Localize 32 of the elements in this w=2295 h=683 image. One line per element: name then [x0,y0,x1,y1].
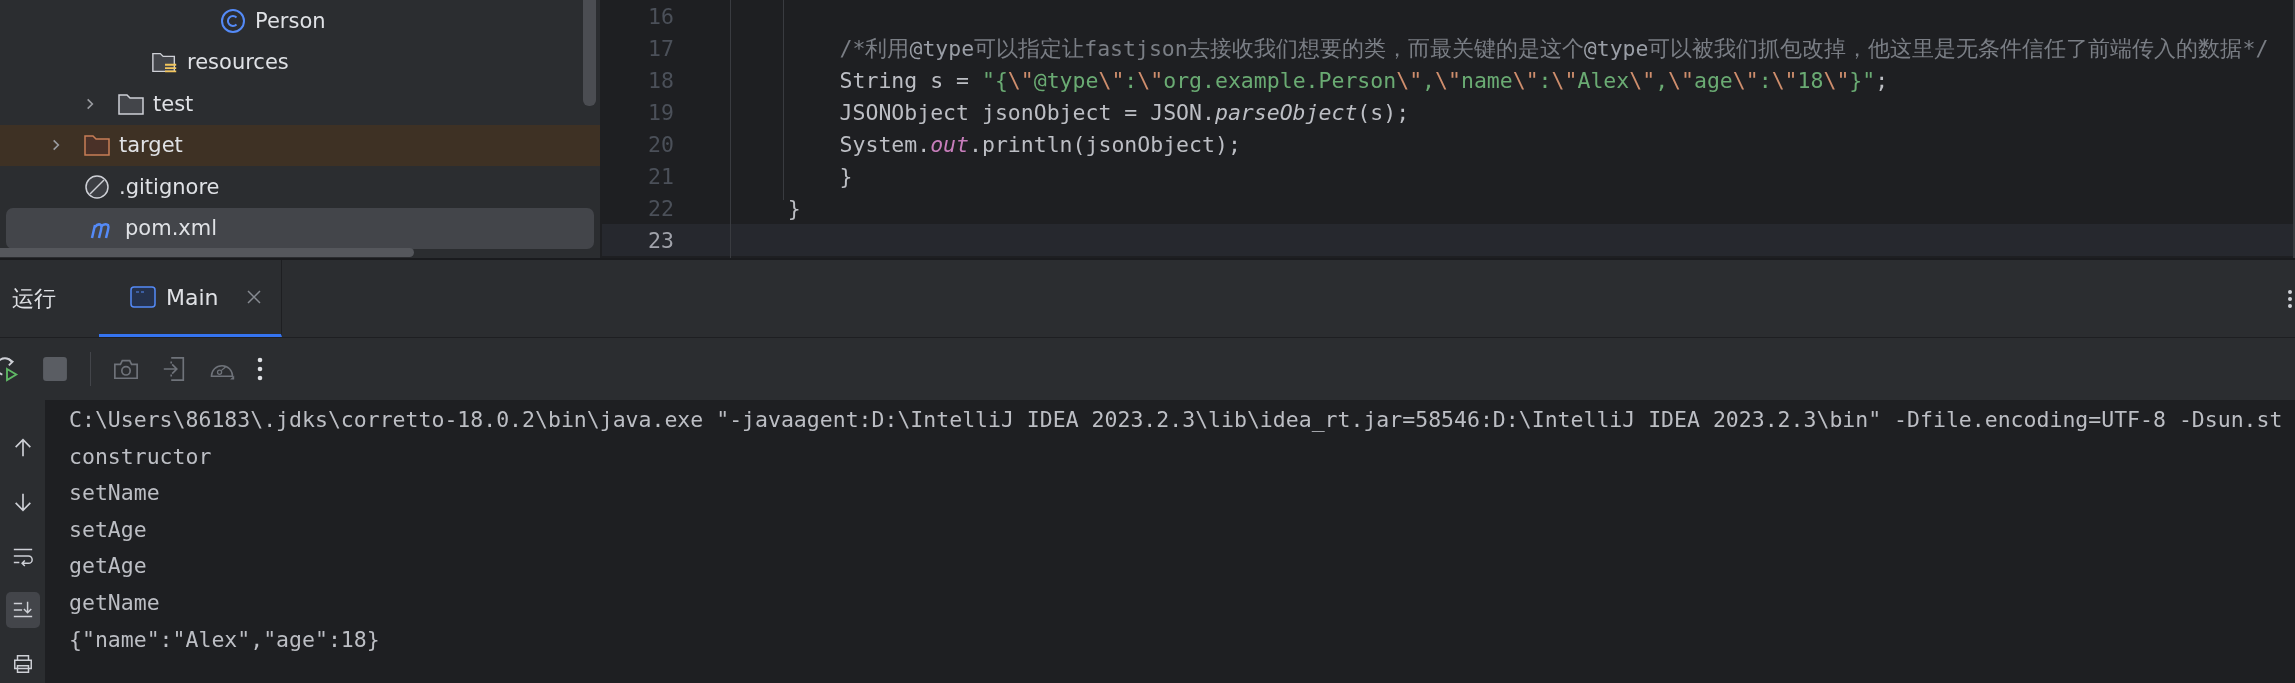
tree-item[interactable]: target [0,124,600,166]
code-line: /*利用@type可以指定让fastjson去接收我们想要的类，而最关键的是这个@type可以被我们抓包改掉，他这里是无条件信任了前端传入的数据*/ [838,34,2269,63]
ignore-icon [83,173,111,200]
code-line: JSONObject jsonObject = JSON.parseObject(s); [838,99,1410,125]
panel-title: 运行 [12,284,57,313]
code-line: } [838,163,853,189]
code-line: } [786,195,801,221]
more-icon[interactable] [257,356,263,382]
line-number: 23 [647,227,674,253]
close-icon[interactable] [246,290,261,304]
console-line: getAge [69,552,148,581]
scrollbar-thumb[interactable] [583,0,596,106]
scroll-to-end-icon[interactable] [5,592,40,628]
console-line: C:\Users\86183\.jdks\corretto-18.0.2\bin\java.exe "-javaagent:D:\IntelliJ IDEA 2023.2.3\lib\idea_rt.jar=58546:D:\IntelliJ IDEA 2023.2.3\bin" -Dfile.encoding=UTF-8 -Dsun.st [69,406,2283,434]
console-line: getName [69,588,161,617]
console-line: setName [69,479,161,508]
console-line: {"name":"Alex","age":18} [69,625,381,654]
folder-icon [83,132,111,159]
code-line: String s = "{\"@type\":\"org.example.Person\",\"name\":\"Alex\",\"age\":\"18\"}"; [838,67,1889,93]
tree-item[interactable]: .gitignore [0,166,600,208]
tree-item[interactable]: Person [0,0,600,42]
console-line: constructor [69,442,213,471]
class-icon [219,7,247,34]
window-icon [130,286,156,308]
tree-item[interactable]: pom.xml [6,207,594,249]
scrollbar-thumb[interactable] [0,248,414,257]
tree-item[interactable]: resources [0,41,600,83]
rerun-icon[interactable] [0,356,20,382]
console-line: setAge [69,515,148,544]
more-icon[interactable] [2287,287,2293,310]
tree-item[interactable]: test [0,83,600,125]
code-line: System.out.println(jsonObject); [838,131,1241,157]
